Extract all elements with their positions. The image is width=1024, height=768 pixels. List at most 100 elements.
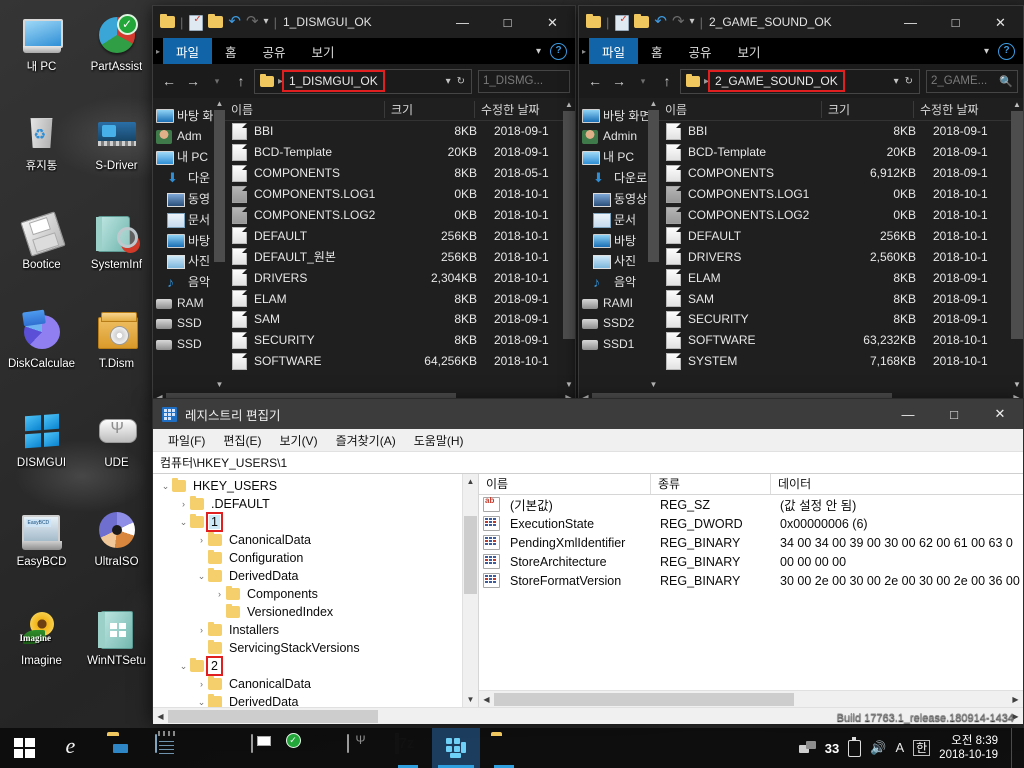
registry-editor-window[interactable]: 레지스트리 편집기 — □ ✕ 파일(F) 편집(E) 보기(V) 즐겨찾기(A…	[152, 398, 1024, 724]
chevron-right-icon[interactable]: ›	[213, 589, 226, 599]
registry-tree-node[interactable]: › CanonicalData	[153, 531, 478, 549]
chevron-down-icon[interactable]: ⌄	[195, 571, 208, 582]
registry-tree[interactable]: ⌄ HKEY_USERS › .DEFAULT ⌄ 1 › CanonicalData Conf…	[153, 474, 478, 707]
desktop-icon-imagine[interactable]: Imagine Imagine	[4, 600, 79, 699]
nav-pane-item[interactable]: Admin	[579, 126, 659, 147]
help-icon[interactable]: ?	[998, 42, 1015, 60]
nav-pane-item[interactable]: 사진	[579, 251, 659, 272]
chevron-right-icon[interactable]: ›	[195, 679, 208, 689]
column-header-size[interactable]: 크기	[385, 100, 475, 118]
file-row[interactable]: SECURITY 8KB 2018-09-1	[225, 330, 575, 351]
taskbar-clock[interactable]: 오전 8:39 2018-10-19	[939, 734, 1002, 762]
up-button[interactable]: ↑	[230, 69, 252, 93]
scrollbar-thumb[interactable]	[168, 709, 378, 723]
menu-help[interactable]: 도움말(H)	[405, 432, 473, 449]
file-row[interactable]: DRIVERS 2,560KB 2018-10-1	[659, 246, 1023, 267]
desktop-icon-recycle-bin[interactable]: 휴지통	[4, 105, 79, 204]
file-row[interactable]: SOFTWARE 63,232KB 2018-10-1	[659, 330, 1023, 351]
scroll-up-icon[interactable]: ▲	[1011, 98, 1023, 111]
recent-locations-button[interactable]: ▾	[206, 69, 228, 93]
tree-scrollbar[interactable]: ▲ ▼	[462, 474, 478, 707]
menu-bar[interactable]: 파일(F) 편집(E) 보기(V) 즐겨찾기(A) 도움말(H)	[153, 429, 1023, 452]
desktop-icon-ultraiso[interactable]: UltraISO	[79, 501, 154, 600]
scrollbar-thumb[interactable]	[494, 692, 794, 706]
window-titlebar[interactable]: | ↶ ↷ ▾ | 1_DISMGUI_OK — □ ✕	[153, 6, 575, 38]
chevron-right-icon[interactable]: ›	[177, 499, 190, 509]
chevron-down-icon[interactable]: ⌄	[195, 697, 208, 708]
file-row[interactable]: SYSTEM 7,168KB 2018-10-1	[659, 351, 1023, 372]
scrollbar-thumb[interactable]	[214, 110, 225, 262]
desktop-icon-partassist[interactable]: PartAssist	[79, 6, 154, 105]
desktop-icon-systeminfo[interactable]: SystemInf	[79, 204, 154, 303]
chevron-down-icon[interactable]: ⌄	[177, 517, 190, 528]
address-bar[interactable]: ▸ 2_GAME_SOUND_OK ▾ ↻	[680, 68, 920, 94]
desktop-icon-dismgui[interactable]: DISMGUI	[4, 402, 79, 501]
new-folder-icon[interactable]	[634, 14, 650, 29]
recent-locations-button[interactable]: ▾	[632, 69, 654, 93]
volume-icon[interactable]: 🔊	[870, 741, 886, 755]
desktop-icon-diskcalculator[interactable]: DiskCalculae	[4, 303, 79, 402]
registry-tree-node[interactable]: › .DEFAULT	[153, 495, 478, 513]
file-row[interactable]: BCD-Template 20KB 2018-09-1	[225, 142, 575, 163]
desktop-icon-easybcd[interactable]: EasyBCD	[4, 501, 79, 600]
desktop-icon-tdism[interactable]: T.Dism	[79, 303, 154, 402]
explorer-window-2[interactable]: | ↶ ↷ ▾ | 2_GAME_SOUND_OK — □ ✕ ▸ 파일 홈 공…	[578, 5, 1024, 404]
file-row[interactable]: COMPONENTS.LOG2 0KB 2018-10-1	[225, 205, 575, 226]
address-history-icon[interactable]: ▾	[894, 76, 899, 87]
taskbar-item-file-explorer[interactable]	[96, 728, 144, 768]
registry-value-row[interactable]: StoreArchitecture REG_BINARY 00 00 00 00	[479, 552, 1023, 571]
maximize-button[interactable]: □	[931, 399, 977, 429]
ribbon-expand-icon[interactable]: ▾	[984, 46, 989, 57]
forward-button[interactable]: →	[608, 69, 630, 93]
taskbar-item-ude-usb[interactable]	[336, 728, 384, 768]
folder-icon[interactable]	[586, 14, 601, 29]
file-row[interactable]: SAM 8KB 2018-09-1	[659, 288, 1023, 309]
file-row[interactable]: COMPONENTS.LOG1 0KB 2018-10-1	[659, 184, 1023, 205]
scrollbar-thumb[interactable]	[464, 516, 477, 594]
up-button[interactable]: ↑	[656, 69, 678, 93]
show-desktop-button[interactable]	[1011, 728, 1018, 768]
registry-value-list[interactable]: (기본값) REG_SZ (값 설정 안 됨) ExecutionState REG_D…	[479, 495, 1023, 590]
maximize-button[interactable]: □	[933, 6, 978, 38]
refresh-icon[interactable]: ↻	[457, 76, 465, 87]
scrollbar-thumb[interactable]	[1011, 111, 1023, 339]
ribbon-left-arrow-icon[interactable]: ▸	[153, 38, 163, 64]
file-list[interactable]: BBI 8KB 2018-09-1 BCD-Template 20KB 2018-09-1…	[225, 121, 575, 372]
scroll-up-icon[interactable]: ▲	[648, 98, 659, 110]
desktop-icon-ude[interactable]: UDE	[79, 402, 154, 501]
close-button[interactable]: ✕	[978, 6, 1023, 38]
nav-pane-item[interactable]: RAMI	[579, 292, 659, 313]
breadcrumb-current[interactable]: 1_DISMGUI_OK	[282, 70, 385, 92]
minimize-button[interactable]: —	[440, 6, 485, 38]
registry-tree-node[interactable]: ⌄ DerivedData	[153, 693, 478, 707]
window-titlebar[interactable]: | ↶ ↷ ▾ | 2_GAME_SOUND_OK — □ ✕	[579, 6, 1023, 38]
scroll-right-icon[interactable]: ▶	[1008, 695, 1023, 704]
nav-pane-item[interactable]: ♪ 음악	[579, 271, 659, 292]
usb-eject-icon[interactable]	[848, 736, 862, 757]
scroll-right-icon[interactable]: ▶	[1008, 712, 1023, 721]
taskbar-item-dismgui[interactable]	[432, 728, 480, 768]
network-icon[interactable]	[798, 741, 816, 755]
tab-home[interactable]: 홈	[638, 38, 676, 64]
navpane-scrollbar[interactable]: ▲ ▼	[648, 98, 659, 391]
file-list[interactable]: BBI 8KB 2018-09-1 BCD-Template 20KB 2018-09-1…	[659, 121, 1023, 372]
breadcrumb-current[interactable]: 2_GAME_SOUND_OK	[708, 70, 845, 92]
column-header-type[interactable]: 종류	[651, 474, 771, 494]
registry-tree-node[interactable]: Configuration	[153, 549, 478, 567]
file-list-pane[interactable]: 이름 크기 수정한 날짜 BBI 8KB 2018-09-1 BCD-Template…	[225, 98, 575, 391]
column-header-date[interactable]: 수정한 날짜	[914, 101, 1023, 118]
refresh-icon[interactable]: ↻	[905, 76, 913, 87]
registry-tree-node[interactable]: ⌄ DerivedData	[153, 567, 478, 585]
properties-icon[interactable]	[614, 14, 630, 31]
navigation-pane[interactable]: ▲ ▼ 바탕 화면 Admin 내 PC ⬇ 다운로 동영상 문서 바탕 사진 ♪ 음악 RAMI SS…	[579, 98, 659, 391]
value-column-headers[interactable]: 이름 종류 데이터	[479, 474, 1023, 495]
ribbon-expand-icon[interactable]: ▾	[536, 46, 541, 57]
scroll-down-icon[interactable]: ▼	[1011, 378, 1023, 391]
scroll-up-icon[interactable]: ▲	[214, 98, 225, 110]
keyboard-layout-icon[interactable]: A	[895, 741, 904, 755]
registry-tree-node[interactable]: VersionedIndex	[153, 603, 478, 621]
taskbar-item-7zip[interactable]	[384, 728, 432, 768]
back-button[interactable]: ←	[584, 69, 606, 93]
column-header-date[interactable]: 수정한 날짜	[475, 101, 575, 118]
registry-tree-node[interactable]: › Components	[153, 585, 478, 603]
